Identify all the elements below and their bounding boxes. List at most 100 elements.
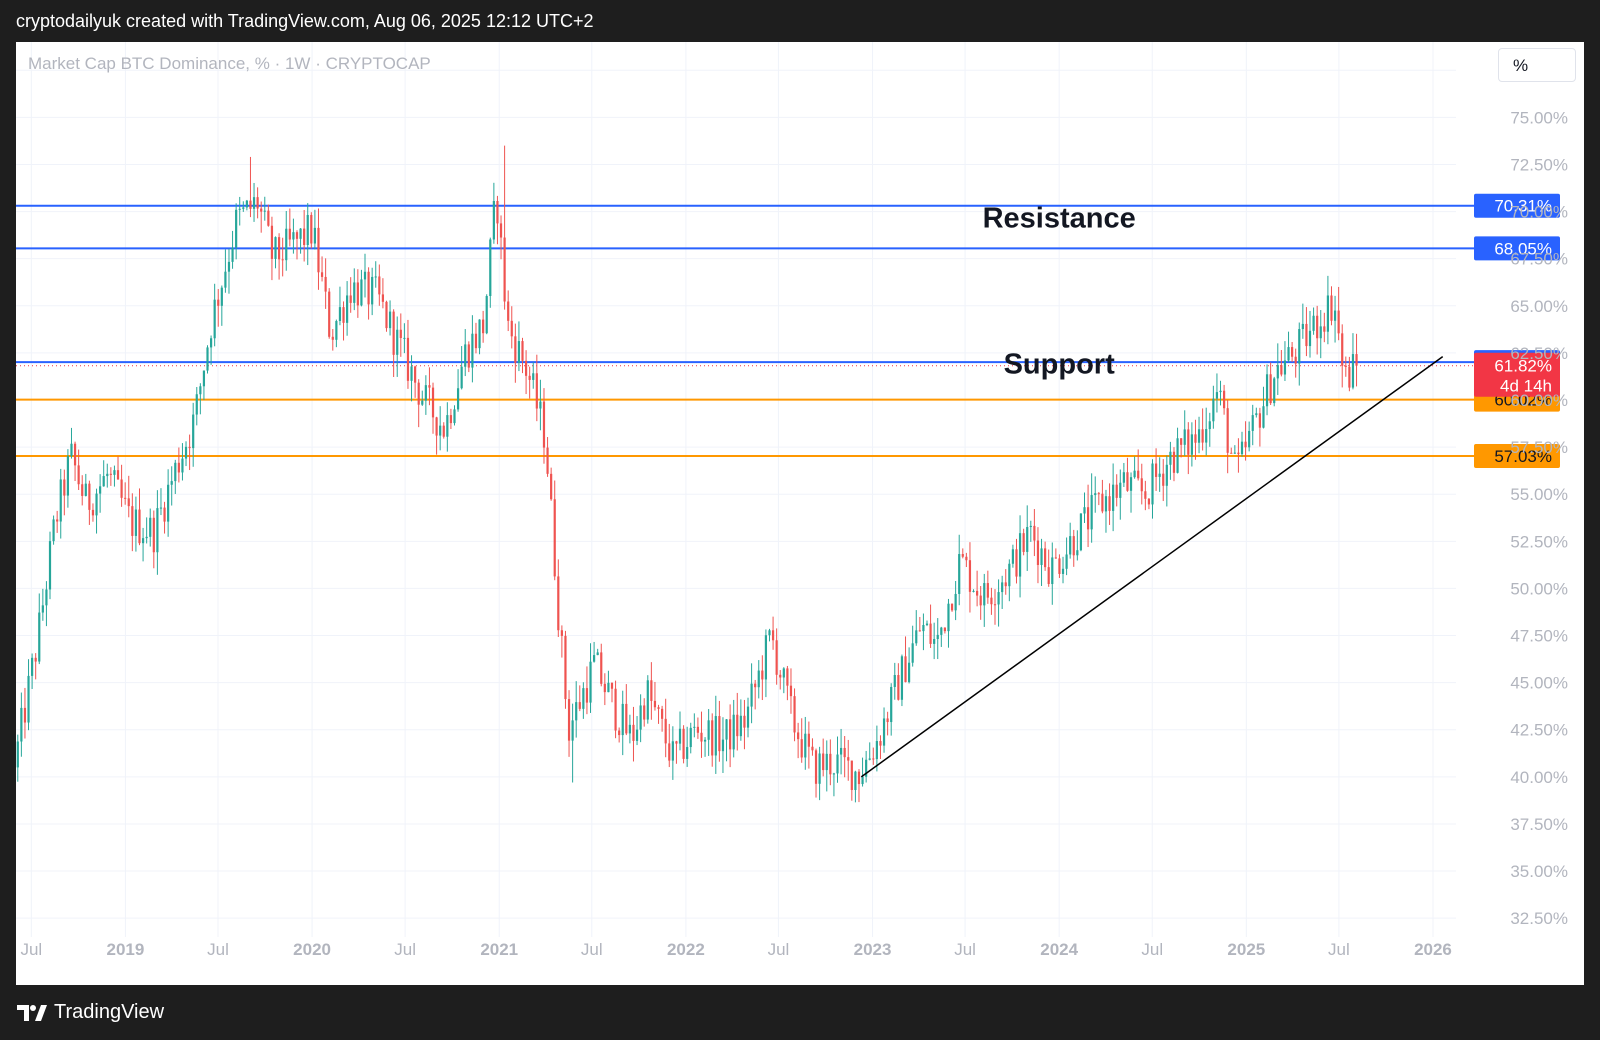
candle-body bbox=[882, 718, 886, 746]
candle-body bbox=[170, 481, 173, 485]
candle-body bbox=[997, 592, 1000, 605]
candle-body bbox=[1205, 429, 1208, 443]
candle-body bbox=[872, 758, 875, 760]
candle-body bbox=[918, 630, 921, 632]
candle-body bbox=[410, 366, 413, 381]
candle-body bbox=[1040, 548, 1043, 565]
candle-body bbox=[274, 237, 277, 259]
y-tick-label: 55.00% bbox=[1510, 485, 1568, 504]
candle-body bbox=[1126, 472, 1129, 491]
candle-body bbox=[814, 750, 818, 784]
x-tick-label: Jul bbox=[394, 940, 416, 959]
candle-body bbox=[1190, 434, 1193, 455]
candle-body bbox=[832, 773, 836, 775]
candle-body bbox=[1112, 484, 1115, 511]
candle-body bbox=[614, 688, 617, 731]
candle-body bbox=[224, 271, 227, 288]
candle-body bbox=[1033, 525, 1036, 541]
candle-body bbox=[1051, 557, 1054, 585]
candle-body bbox=[81, 484, 84, 496]
candle-body bbox=[59, 479, 62, 522]
candle-body bbox=[578, 702, 581, 709]
candle-body bbox=[1333, 310, 1337, 321]
candle-body bbox=[682, 728, 685, 759]
candle-body bbox=[406, 337, 410, 381]
btc-dominance-chart[interactable]: 70.31%68.05%62.01%60.02%57.03%61.82%4d 1… bbox=[16, 42, 1584, 985]
candle-body bbox=[1273, 378, 1276, 404]
candle-body bbox=[675, 741, 678, 744]
candle-body bbox=[886, 718, 889, 723]
candle-body bbox=[1176, 438, 1179, 473]
y-tick-label: 32.50% bbox=[1510, 909, 1568, 928]
candle-body bbox=[703, 739, 707, 742]
candle-body bbox=[16, 741, 19, 768]
candle-body bbox=[1276, 365, 1279, 379]
candle-body bbox=[1133, 470, 1136, 478]
candle-body bbox=[124, 497, 127, 499]
candle-body bbox=[417, 382, 420, 405]
candle-body bbox=[700, 732, 703, 742]
candle-body bbox=[1008, 563, 1011, 587]
chart-panel[interactable]: 70.31%68.05%62.01%60.02%57.03%61.82%4d 1… bbox=[16, 42, 1584, 985]
candle-body bbox=[822, 753, 825, 771]
candle-body bbox=[661, 708, 664, 719]
candle-body bbox=[184, 446, 188, 459]
candle-body bbox=[904, 656, 907, 683]
candle-body bbox=[1187, 429, 1190, 455]
candle-body bbox=[800, 739, 803, 758]
y-tick-label: 60.00% bbox=[1510, 391, 1568, 410]
y-tick-label: 65.00% bbox=[1510, 297, 1568, 316]
candle-body bbox=[127, 498, 130, 507]
candle-body bbox=[768, 630, 771, 636]
x-tick-label: Jul bbox=[954, 940, 976, 959]
candle-body bbox=[388, 311, 392, 329]
candle-body bbox=[1004, 582, 1007, 587]
candle-body bbox=[546, 447, 549, 474]
candle-body bbox=[1233, 452, 1236, 454]
candle-body bbox=[342, 307, 345, 323]
candle-body bbox=[99, 486, 102, 494]
resistance-annotation: Resistance bbox=[983, 203, 1136, 235]
candle-body bbox=[95, 493, 98, 516]
candle-body bbox=[686, 747, 689, 759]
candle-body bbox=[861, 776, 864, 785]
candle-body bbox=[711, 720, 714, 756]
candle-body bbox=[256, 197, 259, 209]
candle-body bbox=[106, 473, 109, 477]
candle-body bbox=[23, 707, 27, 723]
candle-body bbox=[1018, 533, 1022, 577]
candle-body bbox=[950, 603, 954, 611]
candle-body bbox=[657, 707, 660, 709]
candle-body bbox=[163, 507, 166, 522]
candle-body bbox=[209, 338, 213, 348]
candle-body bbox=[943, 627, 946, 632]
candle-body bbox=[238, 208, 241, 210]
x-tick-label: 2026 bbox=[1414, 940, 1452, 959]
candle-body bbox=[1011, 549, 1015, 564]
candle-body bbox=[793, 696, 796, 733]
candle-body bbox=[729, 719, 732, 750]
candle-body bbox=[843, 747, 846, 758]
candle-body bbox=[786, 668, 789, 686]
candle-body bbox=[1341, 333, 1344, 366]
percent-scale-button[interactable]: % bbox=[1498, 48, 1576, 82]
candle-body bbox=[750, 683, 753, 707]
candle-body bbox=[1144, 491, 1147, 499]
candle-body bbox=[313, 227, 316, 244]
candle-body bbox=[585, 688, 589, 703]
support-annotation: Support bbox=[1004, 349, 1115, 381]
candle-body bbox=[610, 682, 614, 689]
candle-body bbox=[618, 730, 621, 736]
candle-body bbox=[650, 680, 653, 701]
candle-body bbox=[374, 276, 377, 278]
candle-body bbox=[575, 702, 578, 721]
y-tick-label: 47.50% bbox=[1510, 627, 1568, 646]
candle-body bbox=[1265, 374, 1269, 407]
candle-body bbox=[782, 668, 785, 678]
candle-body bbox=[496, 200, 499, 224]
candle-body bbox=[1076, 550, 1079, 556]
candle-body bbox=[1298, 329, 1301, 364]
candle-body bbox=[467, 344, 470, 368]
candle-body bbox=[353, 282, 356, 303]
candle-body bbox=[514, 336, 517, 363]
